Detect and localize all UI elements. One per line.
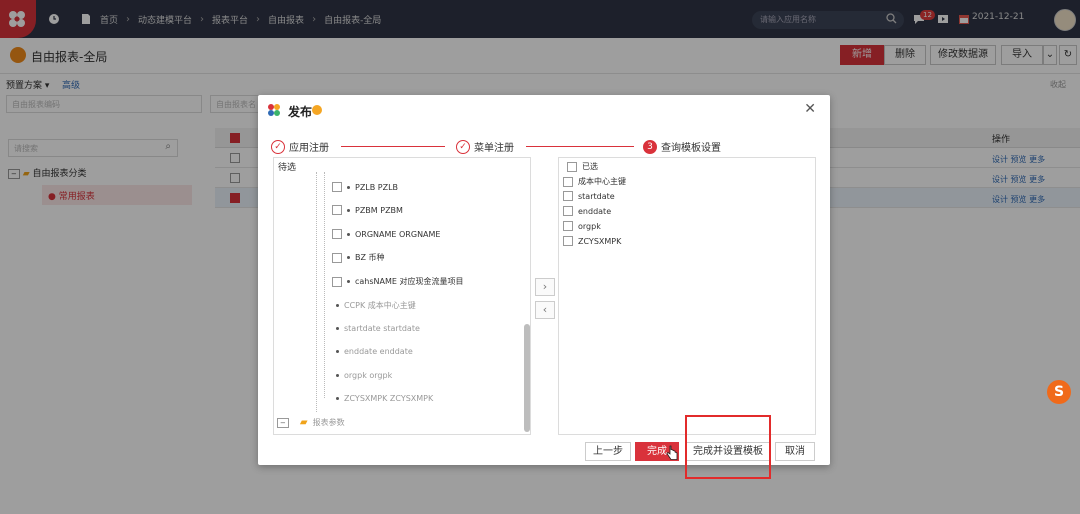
item-checkbox[interactable] — [332, 276, 342, 287]
candidate-item[interactable]: enddate enddate — [336, 347, 413, 356]
publish-dialog: 发布 ✕ ✓ 应用注册 ✓ 菜单注册 3 查询模板设置 待选 PZLB PZLB… — [258, 95, 830, 465]
step-number: 3 — [643, 139, 657, 154]
candidate-item[interactable]: PZBM PZBM — [332, 205, 403, 215]
item-label: cahsNAME 对应现金流量项目 — [355, 277, 464, 286]
cancel-button[interactable]: 取消 — [775, 442, 815, 461]
scrollbar-thumb[interactable] — [524, 324, 530, 432]
item-label: ZCYSXMPK ZCYSXMPK — [344, 394, 434, 403]
candidate-item[interactable]: PZLB PZLB — [332, 182, 398, 192]
selected-item[interactable]: orgpk — [563, 221, 601, 231]
step-label: 应用注册 — [289, 143, 329, 154]
selected-item[interactable]: enddate — [563, 206, 611, 216]
check-icon: ✓ — [456, 139, 470, 154]
step-connector — [341, 146, 445, 147]
move-left-icon[interactable]: ‹ — [535, 301, 555, 319]
item-label: orgpk orgpk — [344, 371, 393, 380]
step-menu-register: ✓ 菜单注册 — [456, 139, 514, 154]
item-label: ZCYSXMPK — [578, 236, 622, 246]
move-right-icon[interactable]: › — [535, 278, 555, 296]
item-checkbox[interactable] — [563, 221, 573, 231]
item-label: CCPK 成本中心主键 — [344, 301, 416, 310]
bullet-icon — [347, 256, 350, 259]
select-all-selected[interactable]: 已选 — [567, 161, 598, 172]
tree-guide — [324, 172, 325, 398]
item-checkbox[interactable] — [332, 229, 342, 239]
bullet-icon — [336, 350, 339, 353]
item-checkbox[interactable] — [563, 191, 573, 201]
item-label: PZBM PZBM — [355, 205, 403, 215]
bullet-icon — [336, 327, 339, 330]
flower-logo-icon — [268, 104, 280, 116]
item-checkbox[interactable] — [563, 176, 573, 187]
step-app-register: ✓ 应用注册 — [271, 139, 329, 154]
item-checkbox[interactable] — [563, 206, 573, 216]
bullet-icon — [336, 397, 339, 400]
step-query-template: 3 查询模板设置 — [643, 139, 721, 154]
annotation-highlight-box — [685, 415, 771, 479]
selected-item[interactable]: ZCYSXMPK — [563, 236, 621, 246]
item-checkbox[interactable] — [332, 252, 342, 263]
bullet-icon — [336, 374, 339, 377]
prev-step-button[interactable]: 上一步 — [585, 442, 631, 461]
bullet-icon — [347, 280, 350, 283]
collapse-icon[interactable]: − — [277, 417, 289, 428]
hand-cursor-icon — [666, 445, 678, 460]
item-label: ORGNAME ORGNAME — [355, 229, 441, 239]
candidate-list[interactable]: 待选 PZLB PZLB PZBM PZBM ORGNAME ORGNAME B… — [273, 157, 531, 435]
item-checkbox[interactable] — [332, 205, 342, 215]
folder-label: 报表参数 — [312, 418, 345, 427]
item-checkbox[interactable] — [332, 182, 342, 192]
step-label: 菜单注册 — [474, 143, 514, 154]
candidate-item[interactable]: startdate startdate — [336, 324, 420, 333]
item-label: startdate startdate — [344, 324, 420, 333]
selected-item[interactable]: startdate — [563, 191, 615, 201]
dialog-title: 发布 — [288, 105, 313, 119]
item-label: BZ 币种 — [355, 253, 385, 262]
folder-icon: ▰ — [299, 417, 308, 428]
item-checkbox[interactable] — [563, 236, 573, 246]
item-label: enddate enddate — [344, 347, 413, 356]
tree-guide — [316, 172, 317, 412]
selected-list[interactable]: 已选 成本中心主键 startdate enddate orgpk ZCYSXM… — [558, 157, 816, 435]
item-checkbox[interactable] — [567, 161, 577, 172]
candidate-item[interactable]: cahsNAME 对应现金流量项目 — [332, 276, 464, 287]
folder-node[interactable]: − ▰ 报表参数 — [277, 417, 345, 428]
candidate-item[interactable]: ZCYSXMPK ZCYSXMPK — [336, 394, 433, 403]
check-icon: ✓ — [271, 139, 285, 154]
candidate-item[interactable]: orgpk orgpk — [336, 371, 392, 380]
candidate-header: 待选 — [278, 163, 297, 173]
status-dot — [312, 105, 322, 115]
bullet-icon — [347, 185, 350, 189]
candidate-item[interactable]: ORGNAME ORGNAME — [332, 229, 440, 239]
bullet-icon — [347, 208, 350, 212]
item-label: orgpk — [578, 221, 601, 231]
item-label: PZLB PZLB — [355, 182, 399, 192]
ime-floating-icon[interactable]: S — [1047, 380, 1071, 404]
item-label: startdate — [578, 191, 615, 201]
item-label: 成本中心主键 — [578, 177, 626, 186]
selected-item[interactable]: 成本中心主键 — [563, 176, 626, 187]
bullet-icon — [347, 232, 350, 236]
step-label: 查询模板设置 — [661, 143, 721, 154]
step-connector — [526, 146, 634, 147]
bullet-icon — [336, 304, 339, 307]
candidate-item[interactable]: BZ 币种 — [332, 252, 385, 263]
selected-header: 已选 — [582, 162, 598, 171]
item-label: enddate — [578, 206, 612, 216]
candidate-item[interactable]: CCPK 成本中心主键 — [336, 300, 416, 311]
close-icon[interactable]: ✕ — [804, 101, 816, 117]
